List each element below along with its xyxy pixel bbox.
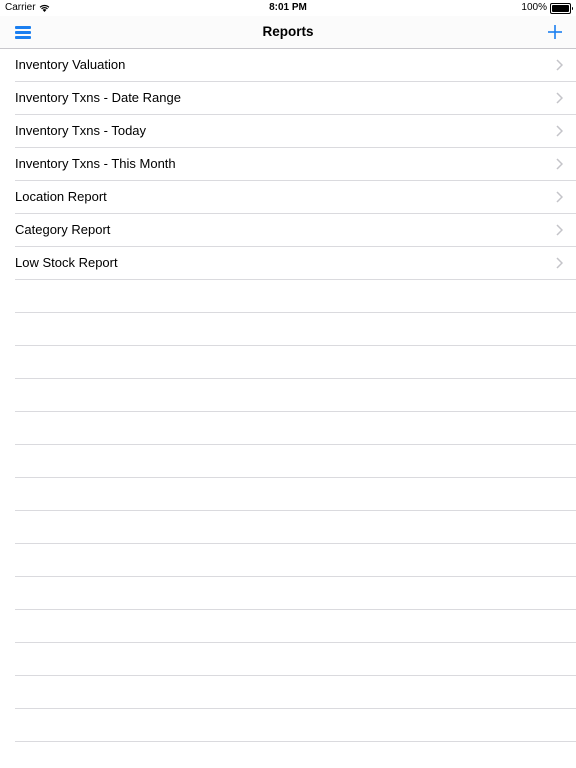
chevron-right-icon (556, 125, 563, 137)
plus-icon (548, 25, 562, 39)
chevron-right-icon (556, 158, 563, 170)
report-row[interactable]: Location Report (15, 181, 576, 214)
report-label: Inventory Txns - This Month (15, 156, 176, 171)
battery-icon (550, 2, 573, 14)
chevron-right-icon (556, 191, 563, 203)
empty-table-row (15, 544, 576, 577)
clock: 8:01 PM (269, 2, 307, 13)
report-row[interactable]: Inventory Txns - Today (15, 115, 576, 148)
battery-fill (552, 4, 569, 12)
empty-table-row (15, 709, 576, 742)
empty-table-row (15, 610, 576, 643)
empty-table-row (15, 412, 576, 445)
report-row[interactable]: Inventory Txns - Date Range (15, 82, 576, 115)
empty-table-row (15, 577, 576, 610)
empty-table-row (15, 445, 576, 478)
report-row[interactable]: Category Report (15, 214, 576, 247)
report-row[interactable]: Inventory Txns - This Month (15, 148, 576, 181)
report-label: Inventory Valuation (15, 57, 126, 72)
empty-table-row (15, 313, 576, 346)
chevron-right-icon (556, 257, 563, 269)
chevron-right-icon (556, 224, 563, 236)
empty-table-row (15, 379, 576, 412)
battery-indicator: 100% (521, 0, 573, 16)
report-label: Inventory Txns - Today (15, 123, 147, 138)
empty-table-row (15, 676, 576, 709)
reports-list: Inventory Valuation Inventory Txns - Date… (0, 49, 576, 742)
navigation-bar: Reports (0, 16, 576, 49)
report-row[interactable]: Inventory Valuation (15, 49, 576, 82)
empty-table-row (15, 643, 576, 676)
empty-table-row (15, 478, 576, 511)
page-title: Reports (262, 24, 314, 39)
empty-table-row (15, 511, 576, 544)
chevron-right-icon (556, 92, 563, 104)
report-label: Location Report (15, 189, 107, 204)
empty-table-row (15, 346, 576, 379)
status-bar: Carrier 8:01 PM 100% (0, 0, 576, 16)
report-label: Inventory Txns - Date Range (15, 90, 181, 105)
battery-percentage: 100% (521, 2, 547, 13)
report-row[interactable]: Low Stock Report (15, 247, 576, 280)
report-label: Low Stock Report (15, 255, 118, 270)
chevron-right-icon (556, 59, 563, 71)
empty-table-row (15, 280, 576, 313)
report-label: Category Report (15, 222, 111, 237)
add-report-button[interactable] (544, 21, 566, 43)
